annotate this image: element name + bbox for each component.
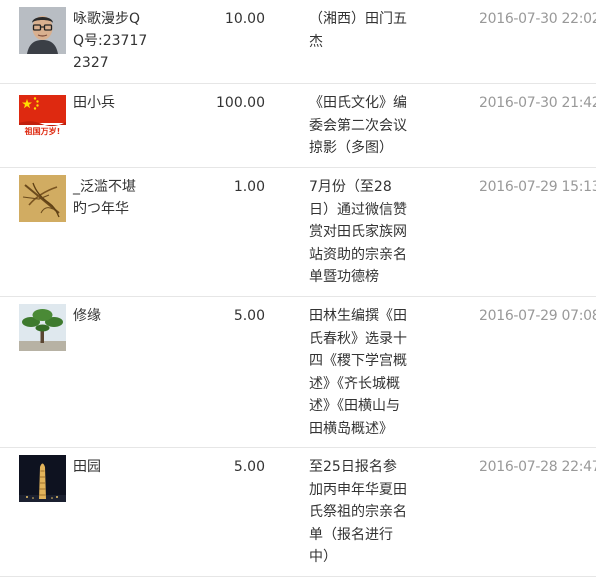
donation-time: 2016-07-29 15:13 [479,179,596,195]
avatar-caption: 祖国万岁! [24,126,61,136]
avatar-bonsai-tree-icon[interactable] [19,304,66,351]
donor-name[interactable]: 咏歌漫步QQ号:237172327 [73,8,149,74]
donation-amount: 10.00 [224,11,265,27]
donation-note-link[interactable]: 7月份（至28日）通过微信赞赏对田氏家族网站资助的宗亲名单暨功德榜 [309,176,409,289]
donation-time: 2016-07-29 07:08 [479,308,596,324]
donor-name[interactable]: 田园 [73,456,149,478]
donation-time: 2016-07-28 22:47 [479,459,596,475]
donation-row: 祖国万岁! 田小兵 100.00 《田氏文化》编委会第二次会议掠影（多图） 20… [0,84,596,168]
donation-time: 2016-07-30 21:42 [479,95,596,111]
donation-row: 修缘 5.00 田林生编撰《田氏春秋》选录十四《稷下学宫概述》《齐长城概述》《田… [0,297,596,448]
donor-name[interactable]: _泛滥不堪旳つ年华 [73,176,149,220]
donation-row: _泛滥不堪旳つ年华 1.00 7月份（至28日）通过微信赞赏对田氏家族网站资助的… [0,168,596,297]
donor-name[interactable]: 修缘 [73,305,149,327]
donation-list: 咏歌漫步QQ号:237172327 10.00 （湘西）田门五杰 2016-07… [0,0,596,577]
donation-amount: 5.00 [233,459,265,475]
donation-amount: 100.00 [216,95,265,111]
avatar-china-flag-icon[interactable]: 祖国万岁! [19,91,66,138]
donation-note-link[interactable]: （湘西）田门五杰 [309,8,409,53]
donation-note-link[interactable]: 至25日报名参加丙申年华夏田氏祭祖的宗亲名单（报名进行中） [309,456,409,569]
donation-row: 田园 5.00 至25日报名参加丙申年华夏田氏祭祖的宗亲名单（报名进行中） 20… [0,448,596,577]
avatar-night-tower-icon[interactable] [19,455,66,502]
avatar-portrait-man-glasses-icon[interactable] [19,7,66,54]
donation-amount: 5.00 [233,308,265,324]
donation-note-link[interactable]: 《田氏文化》编委会第二次会议掠影（多图） [309,92,409,160]
donation-note-link[interactable]: 田林生编撰《田氏春秋》选录十四《稷下学宫概述》《齐长城概述》《田横山与田横岛概述… [309,305,409,440]
donation-row: 咏歌漫步QQ号:237172327 10.00 （湘西）田门五杰 2016-07… [0,0,596,84]
avatar-calligraphy-art-icon[interactable] [19,175,66,222]
donor-name[interactable]: 田小兵 [73,92,149,114]
donation-amount: 1.00 [233,179,265,195]
donation-time: 2016-07-30 22:02 [479,11,596,27]
